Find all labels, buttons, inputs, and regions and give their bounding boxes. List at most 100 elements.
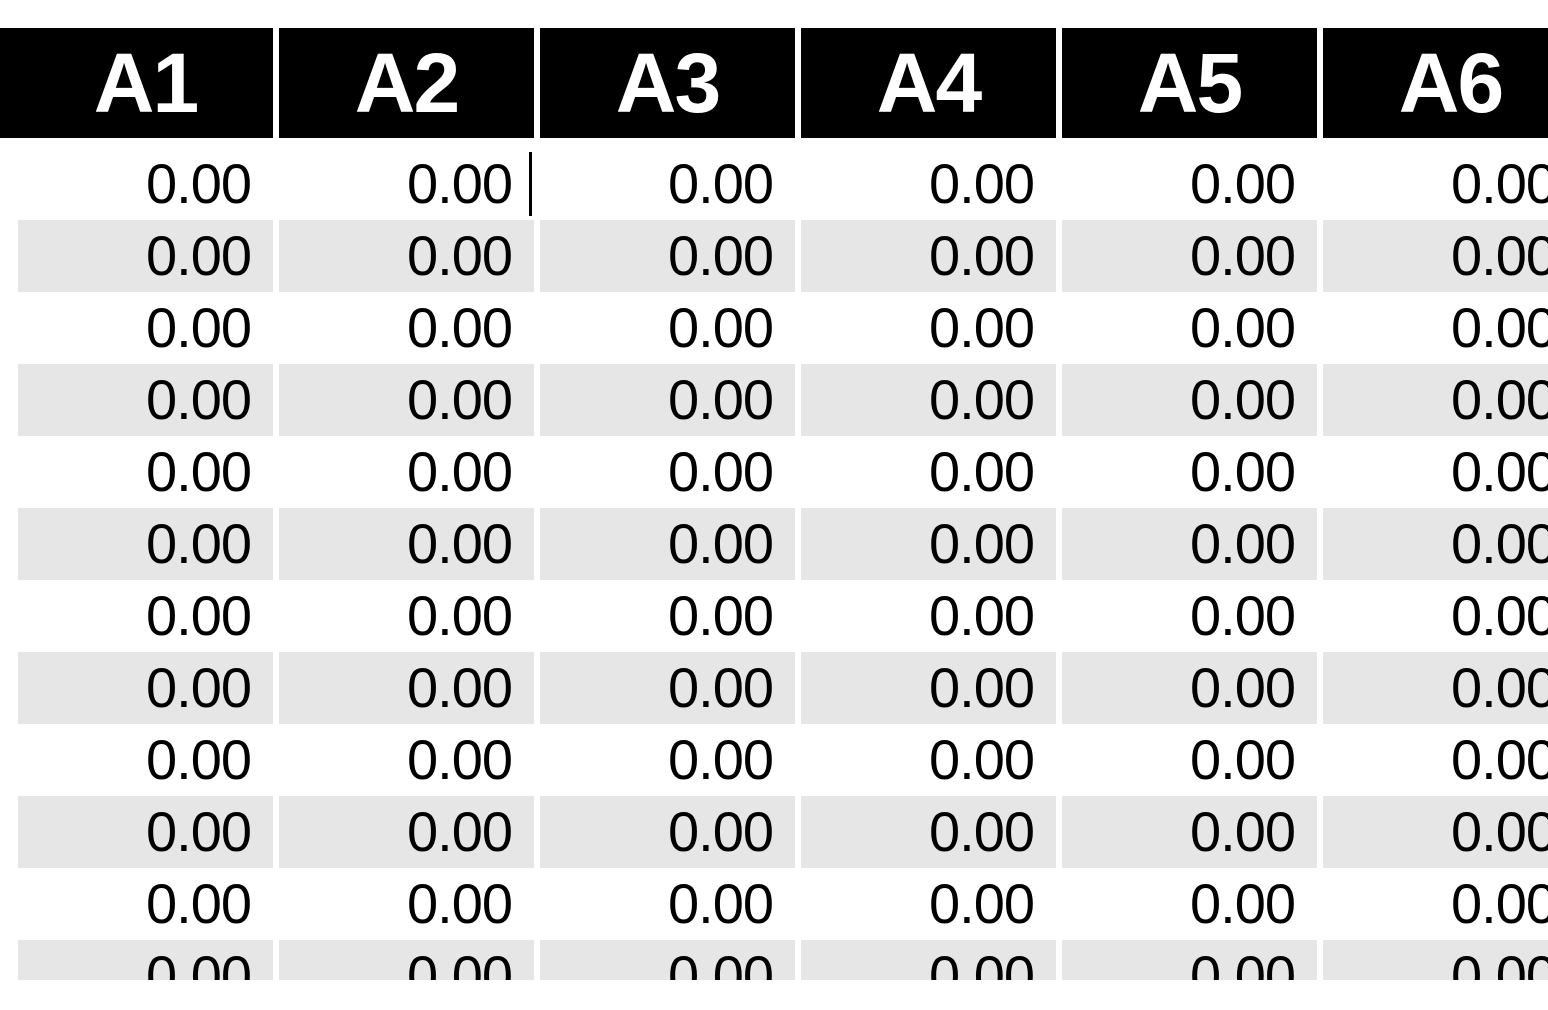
cell[interactable]: 0.00 bbox=[279, 436, 534, 508]
cell[interactable]: 0.00 bbox=[801, 436, 1056, 508]
row-gutter bbox=[0, 508, 18, 580]
row-gutter bbox=[0, 292, 18, 364]
cell[interactable]: 0.00 bbox=[1062, 868, 1317, 940]
column-header[interactable]: A6 bbox=[1323, 28, 1548, 138]
cell[interactable]: 0.00 bbox=[1323, 220, 1548, 292]
table-row: 0.00 0.00 0.00 0.00 0.00 0.00 bbox=[0, 724, 1548, 796]
header-row: A1 A2 A3 A4 A5 A6 bbox=[0, 28, 1548, 138]
table-row: 0.00 0.00 0.00 0.00 0.00 0.00 bbox=[0, 148, 1548, 220]
cell[interactable]: 0.00 bbox=[279, 580, 534, 652]
cell[interactable]: 0.00 bbox=[18, 148, 273, 220]
cell[interactable]: 0.00 bbox=[1062, 580, 1317, 652]
cell[interactable]: 0.00 bbox=[1323, 364, 1548, 436]
cell[interactable]: 0.00 bbox=[540, 868, 795, 940]
cell[interactable]: 0.00 bbox=[279, 220, 534, 292]
cell[interactable]: 0.00 bbox=[18, 580, 273, 652]
cell[interactable]: 0.00 bbox=[1062, 724, 1317, 796]
cell[interactable]: 0.00 bbox=[18, 724, 273, 796]
cell[interactable]: 0.00 bbox=[1062, 364, 1317, 436]
table-row: 0.00 0.00 0.00 0.00 0.00 0.00 bbox=[0, 436, 1548, 508]
cell[interactable]: 0.00 bbox=[801, 148, 1056, 220]
cell[interactable]: 0.00 bbox=[279, 868, 534, 940]
cell[interactable]: 0.00 bbox=[801, 724, 1056, 796]
cell[interactable]: 0.00 bbox=[801, 364, 1056, 436]
cell[interactable]: 0.00 bbox=[540, 940, 795, 980]
cell[interactable]: 0.00 bbox=[1062, 436, 1317, 508]
cell[interactable]: 0.00 bbox=[540, 364, 795, 436]
cell[interactable]: 0.00 bbox=[801, 940, 1056, 980]
row-gutter bbox=[0, 724, 18, 796]
cell[interactable]: 0.00 bbox=[279, 940, 534, 980]
cell[interactable]: 0.00 bbox=[18, 940, 273, 980]
cell[interactable]: 0.00 bbox=[801, 868, 1056, 940]
cell[interactable]: 0.00 bbox=[540, 652, 795, 724]
row-gutter bbox=[0, 652, 18, 724]
table-row: 0.00 0.00 0.00 0.00 0.00 0.00 bbox=[0, 940, 1548, 980]
cell[interactable]: 0.00 bbox=[1062, 796, 1317, 868]
cell[interactable]: 0.00 bbox=[279, 292, 534, 364]
cell[interactable]: 0.00 bbox=[1323, 724, 1548, 796]
cell[interactable]: 0.00 bbox=[18, 652, 273, 724]
table-row: 0.00 0.00 0.00 0.00 0.00 0.00 bbox=[0, 652, 1548, 724]
cell[interactable]: 0.00 bbox=[540, 148, 795, 220]
cell[interactable]: 0.00 bbox=[279, 364, 534, 436]
cell[interactable]: 0.00 bbox=[540, 508, 795, 580]
cell[interactable]: 0.00 bbox=[18, 868, 273, 940]
cell[interactable]: 0.00 bbox=[801, 292, 1056, 364]
column-header[interactable]: A5 bbox=[1062, 28, 1317, 138]
cell[interactable]: 0.00 bbox=[1062, 652, 1317, 724]
cell[interactable]: 0.00 bbox=[279, 724, 534, 796]
cell[interactable]: 0.00 bbox=[540, 292, 795, 364]
cell[interactable]: 0.00 bbox=[1323, 436, 1548, 508]
cell[interactable]: 0.00 bbox=[801, 796, 1056, 868]
cell[interactable]: 0.00 bbox=[1062, 292, 1317, 364]
table-row: 0.00 0.00 0.00 0.00 0.00 0.00 bbox=[0, 796, 1548, 868]
cell[interactable]: 0.00 bbox=[1323, 148, 1548, 220]
cell[interactable]: 0.00 bbox=[801, 580, 1056, 652]
row-gutter bbox=[0, 868, 18, 940]
cell[interactable]: 0.00 bbox=[279, 148, 534, 220]
cell[interactable]: 0.00 bbox=[1323, 868, 1548, 940]
cell[interactable]: 0.00 bbox=[540, 724, 795, 796]
cell[interactable]: 0.00 bbox=[279, 508, 534, 580]
cell[interactable]: 0.00 bbox=[1323, 508, 1548, 580]
cell[interactable]: 0.00 bbox=[1323, 652, 1548, 724]
cell[interactable]: 0.00 bbox=[540, 796, 795, 868]
cell[interactable]: 0.00 bbox=[540, 436, 795, 508]
cell[interactable]: 0.00 bbox=[540, 580, 795, 652]
column-header[interactable]: A1 bbox=[18, 28, 273, 138]
row-gutter bbox=[0, 796, 18, 868]
cell[interactable]: 0.00 bbox=[18, 436, 273, 508]
cell[interactable]: 0.00 bbox=[1062, 940, 1317, 980]
row-gutter bbox=[0, 940, 18, 980]
cell[interactable]: 0.00 bbox=[540, 220, 795, 292]
cell[interactable]: 0.00 bbox=[1323, 580, 1548, 652]
cell[interactable]: 0.00 bbox=[1062, 220, 1317, 292]
cell[interactable]: 0.00 bbox=[801, 508, 1056, 580]
cell[interactable]: 0.00 bbox=[1062, 508, 1317, 580]
cell[interactable]: 0.00 bbox=[1062, 148, 1317, 220]
table-row: 0.00 0.00 0.00 0.00 0.00 0.00 bbox=[0, 220, 1548, 292]
cell[interactable]: 0.00 bbox=[18, 220, 273, 292]
table-row: 0.00 0.00 0.00 0.00 0.00 0.00 bbox=[0, 580, 1548, 652]
cell[interactable]: 0.00 bbox=[18, 796, 273, 868]
cell[interactable]: 0.00 bbox=[1323, 796, 1548, 868]
column-header[interactable]: A2 bbox=[279, 28, 534, 138]
table-row: 0.00 0.00 0.00 0.00 0.00 0.00 bbox=[0, 292, 1548, 364]
cell[interactable]: 0.00 bbox=[1323, 940, 1548, 980]
row-gutter bbox=[0, 580, 18, 652]
cell[interactable]: 0.00 bbox=[1323, 292, 1548, 364]
cell[interactable]: 0.00 bbox=[279, 796, 534, 868]
cell[interactable]: 0.00 bbox=[801, 220, 1056, 292]
row-gutter bbox=[0, 148, 18, 220]
column-header[interactable]: A3 bbox=[540, 28, 795, 138]
cell[interactable]: 0.00 bbox=[279, 652, 534, 724]
table-row: 0.00 0.00 0.00 0.00 0.00 0.00 bbox=[0, 364, 1548, 436]
column-header[interactable]: A4 bbox=[801, 28, 1056, 138]
cell[interactable]: 0.00 bbox=[18, 364, 273, 436]
spreadsheet: A1 A2 A3 A4 A5 A6 0.00 0.00 0.00 0.00 0.… bbox=[0, 0, 1548, 980]
cell[interactable]: 0.00 bbox=[18, 508, 273, 580]
table-row: 0.00 0.00 0.00 0.00 0.00 0.00 bbox=[0, 508, 1548, 580]
cell[interactable]: 0.00 bbox=[801, 652, 1056, 724]
cell[interactable]: 0.00 bbox=[18, 292, 273, 364]
